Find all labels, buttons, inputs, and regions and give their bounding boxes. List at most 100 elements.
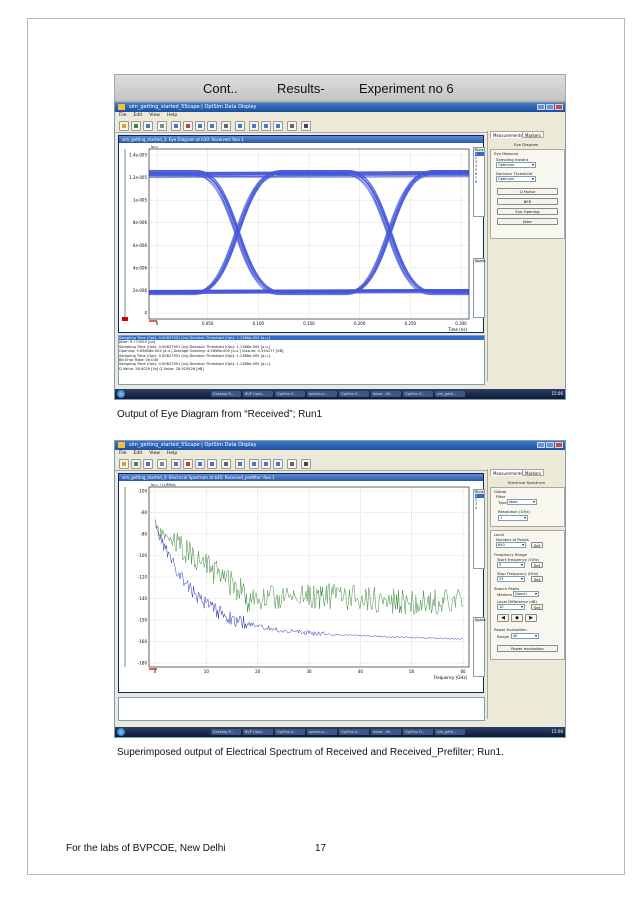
sampling-instant-select[interactable]: Optimum <box>496 162 536 168</box>
jitter-button[interactable]: Jitter <box>497 218 558 225</box>
filter-type-select[interactable]: Ideal <box>507 499 537 505</box>
markers-select[interactable]: (None) <box>513 591 539 597</box>
runs-list[interactable]: Runs 12345678 <box>473 147 485 217</box>
taskbar-button[interactable]: Desktop R... <box>211 729 241 735</box>
toolbar-button-icon[interactable] <box>171 121 181 131</box>
toolbar-button-icon[interactable] <box>207 121 217 131</box>
taskbar-button[interactable]: sim_getti... <box>435 391 465 397</box>
minimize-icon[interactable] <box>537 104 545 110</box>
toolbar-button-icon[interactable] <box>119 459 129 469</box>
maximize-icon[interactable] <box>546 442 554 448</box>
menu-file[interactable]: File <box>119 113 127 118</box>
toolbar-button-icon[interactable] <box>249 459 259 469</box>
eye-opening-button[interactable]: Eye Opening <box>497 208 558 215</box>
toolbar-button-icon[interactable] <box>301 459 311 469</box>
page-number: 17 <box>315 843 327 854</box>
previous-peak-icon[interactable]: ◀ <box>497 614 509 622</box>
start-button[interactable] <box>117 728 125 736</box>
toolbar-button-icon[interactable] <box>157 121 167 131</box>
measurement-results-log: Sampling Time (Opt): 0.00627951 [ns] Dec… <box>118 335 485 385</box>
menu-edit[interactable]: Edit <box>134 113 143 118</box>
toolbar-button-icon[interactable] <box>131 121 141 131</box>
run-item[interactable]: 8 <box>475 180 484 184</box>
toolbar-button-icon[interactable] <box>273 459 283 469</box>
taskbar-button[interactable]: Inbox - Mi... <box>371 391 401 397</box>
start-freq-input[interactable]: 0 <box>497 562 525 568</box>
taskbar-button[interactable]: OptSim D... <box>403 391 433 397</box>
clock: 15:06 <box>551 729 563 734</box>
q-factor-button[interactable]: Q Factor <box>497 188 558 195</box>
tab-measurements[interactable]: Measurements <box>490 469 526 476</box>
toolbar-button-icon[interactable] <box>119 121 129 131</box>
toolbar-button-icon[interactable] <box>183 459 193 469</box>
tab-markers[interactable]: Markers <box>522 469 544 476</box>
set-points-button[interactable]: Set <box>531 542 543 548</box>
level-diff-input[interactable]: 10 <box>497 604 525 610</box>
ber-button[interactable]: BER <box>497 198 558 205</box>
taskbar-button[interactable]: BVP Optsi... <box>243 391 273 397</box>
toolbar-button-icon[interactable] <box>171 459 181 469</box>
set-start-button[interactable]: Set <box>531 562 543 568</box>
app-icon <box>118 442 125 448</box>
toolbar-button-icon[interactable] <box>287 459 297 469</box>
toolbar-button-icon[interactable] <box>287 121 297 131</box>
power-evaluation-button[interactable]: Power evaluation <box>497 645 558 652</box>
taskbar-button[interactable]: BVP Optsi... <box>243 729 273 735</box>
taskbar-button[interactable]: OptSim S... <box>339 729 369 735</box>
range-select[interactable]: All <box>511 633 539 639</box>
toolbar-button-icon[interactable] <box>273 121 283 131</box>
toolbar-button-icon[interactable] <box>195 121 205 131</box>
minimize-icon[interactable] <box>537 442 545 448</box>
toolbar-button-icon[interactable] <box>221 121 231 131</box>
menu-edit[interactable]: Edit <box>134 451 143 456</box>
toolbar-button-icon[interactable] <box>143 121 153 131</box>
run-item[interactable]: 4 <box>475 506 484 510</box>
close-icon[interactable] <box>555 442 563 448</box>
resolution-input[interactable]: 1 <box>498 515 528 521</box>
menu-view[interactable]: View <box>149 451 160 456</box>
points-input[interactable]: 640 <box>496 542 526 548</box>
taskbar-button[interactable]: OptSim S... <box>339 391 369 397</box>
toolbar-button-icon[interactable] <box>131 459 141 469</box>
set-level-button[interactable]: Set <box>531 604 543 610</box>
menu-help[interactable]: Help <box>167 451 177 456</box>
toolbar-button-icon[interactable] <box>249 121 259 131</box>
menu-view[interactable]: View <box>149 113 160 118</box>
toolbar-button-icon[interactable] <box>261 121 271 131</box>
taskbar-button[interactable]: sim_getti... <box>435 729 465 735</box>
toolbar-button-icon[interactable] <box>195 459 205 469</box>
runs-list[interactable]: Runs 1234 <box>473 489 485 569</box>
start-button[interactable] <box>117 390 125 398</box>
taskbar-button[interactable]: Inbox - Mi... <box>371 729 401 735</box>
taskbar-button[interactable]: optsim-p... <box>307 391 337 397</box>
taskbar-button[interactable]: OptSim D... <box>403 729 433 735</box>
spans-list[interactable]: Spans <box>473 617 486 677</box>
y-slider-handle <box>122 317 128 321</box>
close-icon[interactable] <box>555 104 563 110</box>
taskbar-button[interactable]: OptSim S... <box>275 729 305 735</box>
taskbar-button[interactable]: Desktop R... <box>211 391 241 397</box>
toolbar-button-icon[interactable] <box>221 459 231 469</box>
set-stop-button[interactable]: Set <box>531 576 543 582</box>
tab-markers[interactable]: Markers <box>522 131 544 138</box>
toolbar-button-icon[interactable] <box>143 459 153 469</box>
menu-file[interactable]: File <box>119 451 127 456</box>
taskbar-button[interactable]: optsim-p... <box>307 729 337 735</box>
toolbar-button-icon[interactable] <box>183 121 193 131</box>
peak-marker-icon[interactable]: ◆ <box>511 614 523 622</box>
stop-freq-input[interactable]: 25 <box>497 576 525 582</box>
toolbar-button-icon[interactable] <box>301 121 311 131</box>
maximize-icon[interactable] <box>546 104 554 110</box>
toolbar-button-icon[interactable] <box>235 121 245 131</box>
taskbar-button[interactable]: OptSim S... <box>275 391 305 397</box>
toolbar-button-icon[interactable] <box>261 459 271 469</box>
toolbar-button-icon[interactable] <box>207 459 217 469</box>
tab-measurements[interactable]: Measurements <box>490 131 526 138</box>
menu-help[interactable]: Help <box>167 113 177 118</box>
spans-list[interactable]: Spans <box>473 258 486 318</box>
decision-threshold-select[interactable]: Optimum <box>496 176 536 182</box>
next-peak-icon[interactable]: ▶ <box>525 614 537 622</box>
toolbar-button-icon[interactable] <box>157 459 167 469</box>
toolbar-button-icon[interactable] <box>235 459 245 469</box>
x-tick-label: 0.050 <box>202 321 214 326</box>
